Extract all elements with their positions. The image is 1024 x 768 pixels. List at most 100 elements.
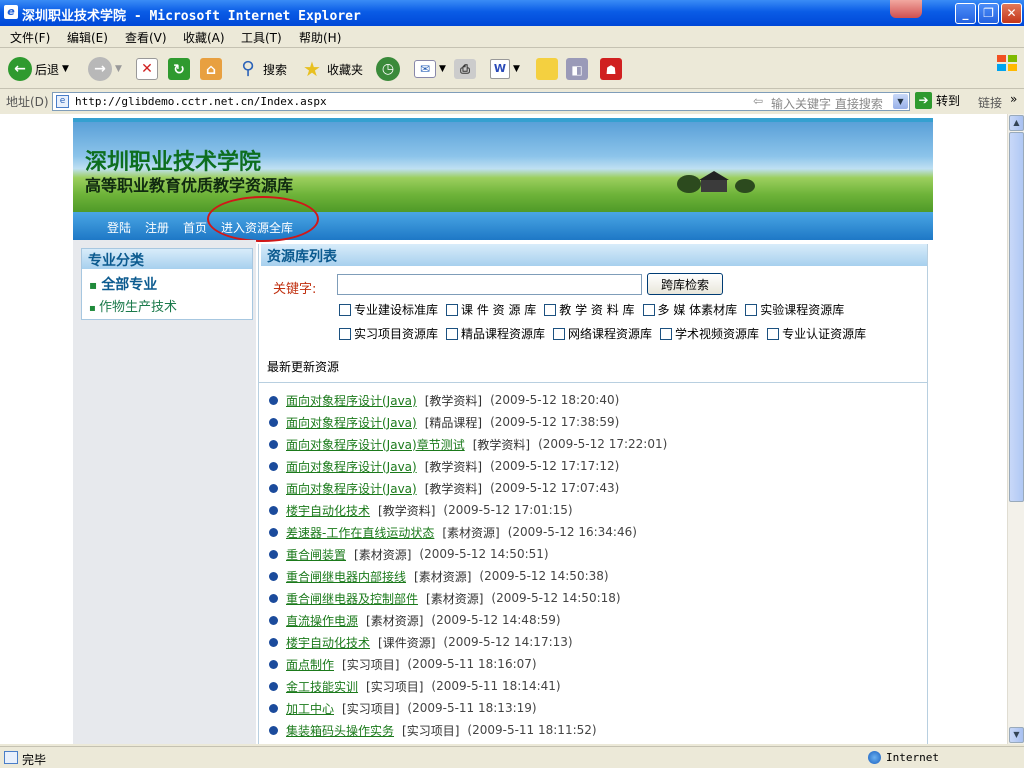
close-button[interactable]: ✕ xyxy=(1001,3,1022,24)
resource-date: (2009-5-12 17:22:01) xyxy=(538,437,668,451)
go-button[interactable]: ➔ 转到 xyxy=(915,92,960,109)
vertical-scrollbar[interactable]: ▲ ▼ xyxy=(1007,114,1024,744)
resource-title-link[interactable]: 重合闸继电器内部接线 xyxy=(286,568,406,585)
forward-arrow-icon: → xyxy=(88,57,112,81)
cb-quality-lib[interactable]: 精品课程资源库 xyxy=(446,325,545,342)
cb-teaching-lib[interactable]: 教 学 资 料 库 xyxy=(544,301,635,318)
cross-search-button[interactable]: 跨库检索 xyxy=(647,273,723,295)
browser-toolbar: ← 后退 ▼ → ▼ ✕ ↻ ⌂ ⚲ 搜索 ★ 收藏夹 ◷ ✉ ▼ ⎙ W ▼ ◧ … xyxy=(0,49,1024,89)
resource-title-link[interactable]: 面点制作 xyxy=(286,656,334,673)
cb-cert-lib[interactable]: 专业认证资源库 xyxy=(767,325,866,342)
resource-item: 重合闸装置 [素材资源] (2009-5-12 14:50:51) xyxy=(269,544,549,564)
search-button[interactable]: ⚲ 搜索 xyxy=(236,56,287,82)
resource-date: (2009-5-11 18:11:52) xyxy=(467,723,597,737)
checkbox[interactable] xyxy=(553,327,566,340)
checkbox[interactable] xyxy=(339,303,351,316)
resource-title-link[interactable]: 楼宇自动化技术 xyxy=(286,502,370,519)
resource-title-link[interactable]: 重合闸继电器及控制部件 xyxy=(286,590,418,607)
nav-register[interactable]: 注册 xyxy=(145,219,169,236)
checkbox[interactable] xyxy=(660,327,673,340)
scroll-up-icon[interactable]: ▲ xyxy=(1009,115,1024,131)
edit-button[interactable]: W ▼ xyxy=(490,56,520,82)
resource-title-link[interactable]: 金工技能实训 xyxy=(286,678,358,695)
resource-title-link[interactable]: 面向对象程序设计(Java) xyxy=(286,458,417,475)
menu-help[interactable]: 帮助(H) xyxy=(299,29,341,46)
cb-online-lib[interactable]: 网络课程资源库 xyxy=(553,325,652,342)
window-titlebar[interactable]: e 深圳职业技术学院 - Microsoft Internet Explorer… xyxy=(0,0,1024,26)
address-dropdown-icon[interactable]: ▼ xyxy=(893,94,908,109)
discuss-button[interactable] xyxy=(536,56,558,82)
print-button[interactable]: ⎙ xyxy=(454,56,476,82)
refresh-button[interactable]: ↻ xyxy=(168,56,190,82)
links-label[interactable]: 链接 xyxy=(978,94,1002,111)
resource-item: 楼宇自动化技术 [课件资源] (2009-5-12 14:17:13) xyxy=(269,632,573,652)
menu-tools[interactable]: 工具(T) xyxy=(241,29,282,46)
cb-courseware-lib[interactable]: 课 件 资 源 库 xyxy=(446,301,536,318)
messenger-icon: ☗ xyxy=(600,58,622,80)
resource-title-link[interactable]: 差速器-工作在直线运动状态 xyxy=(286,524,434,541)
links-chevron-icon[interactable]: » xyxy=(1010,92,1017,106)
checkbox[interactable] xyxy=(767,327,780,340)
resource-date: (2009-5-12 14:50:38) xyxy=(479,569,609,583)
bullet-icon xyxy=(269,483,278,493)
resource-title-link[interactable]: 面向对象程序设计(Java) xyxy=(286,480,417,497)
resource-category: [精品课程] xyxy=(424,415,483,430)
research-button[interactable]: ◧ xyxy=(566,56,588,82)
back-button[interactable]: ← 后退 ▼ xyxy=(8,56,69,82)
address-label: 地址(D) xyxy=(6,95,49,109)
history-button[interactable]: ◷ xyxy=(376,56,400,82)
resource-title-link[interactable]: 直流操作电源 xyxy=(286,612,358,629)
cb-standard-lib[interactable]: 专业建设标准库 xyxy=(339,301,438,318)
cb-label: 学术视频资源库 xyxy=(675,327,760,341)
checkbox[interactable] xyxy=(339,327,351,340)
checkbox[interactable] xyxy=(745,303,758,316)
keyword-input[interactable] xyxy=(337,274,642,295)
home-button[interactable]: ⌂ xyxy=(200,56,222,82)
cb-video-lib[interactable]: 学术视频资源库 xyxy=(660,325,759,342)
bullet-icon xyxy=(269,681,278,691)
nav-home[interactable]: 首页 xyxy=(183,219,207,236)
scroll-down-icon[interactable]: ▼ xyxy=(1009,727,1024,743)
scroll-thumb[interactable] xyxy=(1009,132,1024,502)
cb-lab-lib[interactable]: 实验课程资源库 xyxy=(745,301,844,318)
resource-date: (2009-5-12 17:07:43) xyxy=(490,481,620,495)
stop-button[interactable]: ✕ xyxy=(136,56,158,82)
messenger-button[interactable]: ☗ xyxy=(600,56,622,82)
mail-button[interactable]: ✉ ▼ xyxy=(414,56,446,82)
page-done-icon xyxy=(4,751,18,764)
maximize-button[interactable]: ❐ xyxy=(978,3,999,24)
menu-file[interactable]: 文件(F) xyxy=(10,29,50,46)
menu-view[interactable]: 查看(V) xyxy=(125,29,167,46)
category-item-crop[interactable]: ▪ 作物生产技术 xyxy=(89,296,245,320)
forward-button[interactable]: → ▼ xyxy=(88,56,122,82)
checkbox[interactable] xyxy=(446,303,459,316)
cb-media-lib[interactable]: 多 媒 体素材库 xyxy=(642,301,737,318)
go-label: 转到 xyxy=(936,94,961,108)
cb-label: 专业建设标准库 xyxy=(354,303,439,317)
menu-edit[interactable]: 编辑(E) xyxy=(67,29,108,46)
cb-practice-lib[interactable]: 实习项目资源库 xyxy=(339,325,438,342)
history-icon: ◷ xyxy=(376,57,400,81)
nav-login[interactable]: 登陆 xyxy=(107,219,131,236)
research-icon: ◧ xyxy=(566,58,588,80)
minimize-button[interactable]: _ xyxy=(955,3,976,24)
address-input[interactable]: e http://glibdemo.cctr.net.cn/Index.aspx… xyxy=(52,92,910,111)
resource-title-link[interactable]: 面向对象程序设计(Java) xyxy=(286,414,417,431)
resource-title-link[interactable]: 集装箱码头操作实务 xyxy=(286,722,394,739)
resource-title-link[interactable]: 楼宇自动化技术 xyxy=(286,634,370,651)
search-icon: ⚲ xyxy=(241,58,255,79)
checkbox[interactable] xyxy=(446,327,459,340)
resource-title-link[interactable]: 面向对象程序设计(Java)章节测试 xyxy=(286,436,465,453)
menu-favorites[interactable]: 收藏(A) xyxy=(183,29,225,46)
resource-category: [教学资料] xyxy=(378,503,436,518)
resource-title-link[interactable]: 加工中心 xyxy=(286,700,334,717)
favorites-button[interactable]: ★ 收藏夹 xyxy=(300,56,363,82)
category-item-all[interactable]: ▪ 全部专业 xyxy=(89,274,245,296)
resource-title-link[interactable]: 重合闸装置 xyxy=(286,546,346,563)
checkbox[interactable] xyxy=(642,303,655,316)
resource-title-link[interactable]: 面向对象程序设计(Java) xyxy=(286,392,417,409)
checkbox[interactable] xyxy=(544,303,557,316)
search-hint[interactable]: 输入关键字 直接搜索 xyxy=(771,95,883,112)
resource-item: 面向对象程序设计(Java) [教学资料] (2009-5-12 18:20:40) xyxy=(269,390,619,410)
resource-item: 加工中心 [实习项目] (2009-5-11 18:13:19) xyxy=(269,698,537,718)
